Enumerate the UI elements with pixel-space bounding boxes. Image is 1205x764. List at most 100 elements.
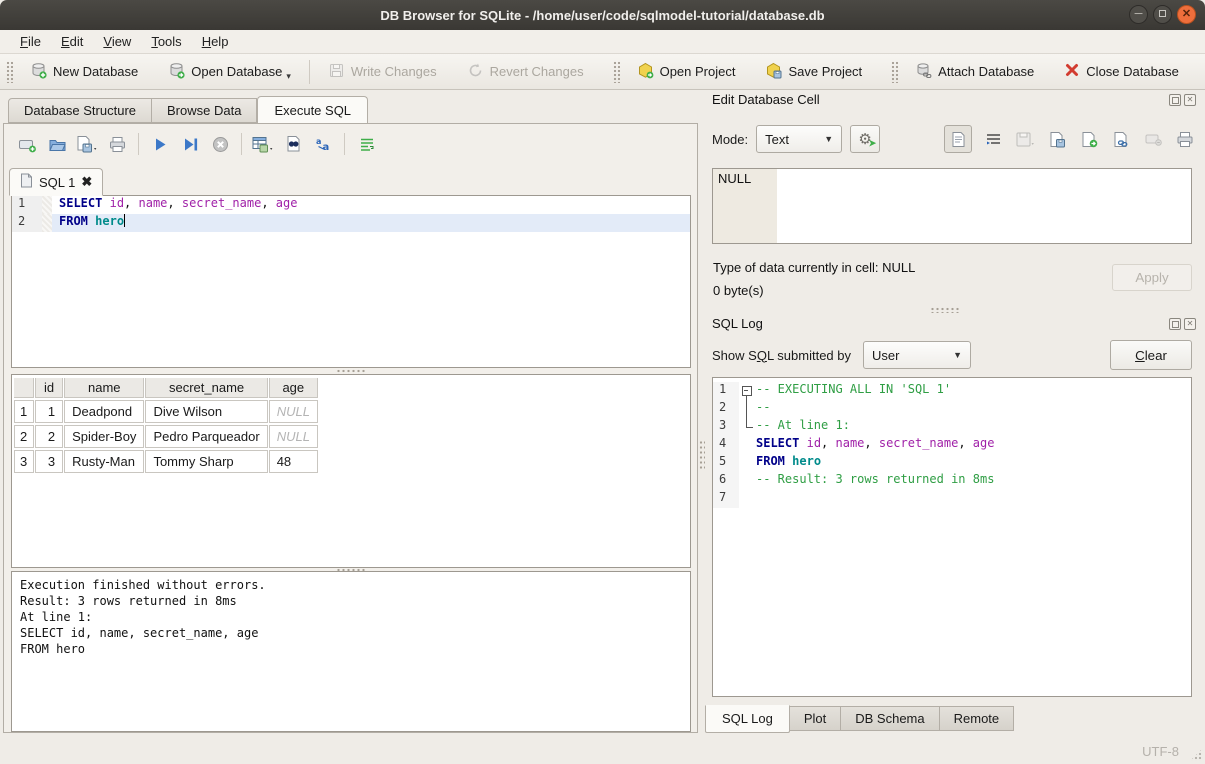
editor-code[interactable]: SELECT id, name, secret_name, age (52, 196, 690, 214)
execution-message[interactable]: Execution finished without errors. Resul… (11, 571, 691, 732)
mode-label: Mode: (712, 132, 748, 147)
cell-value-editor[interactable]: NULL (712, 168, 1192, 244)
column-header-name[interactable]: name (64, 378, 144, 398)
row-number[interactable]: 2 (14, 425, 34, 448)
table-cell[interactable]: 2 (35, 425, 63, 448)
log-code: -- EXECUTING ALL IN 'SQL 1' (754, 382, 1191, 400)
log-code: -- Result: 3 rows returned in 8ms (754, 472, 1191, 490)
code-token: -- EXECUTING ALL IN 'SQL 1' (756, 382, 951, 396)
sql-log-view[interactable]: 1-- EXECUTING ALL IN 'SQL 1'2--3-- At li… (712, 377, 1192, 697)
auto-apply-button[interactable]: ⚙ ➤ (850, 125, 880, 153)
cell-mode-row: Mode: Text ▼ ⚙ ➤ (712, 125, 1196, 153)
log-line[interactable]: 1-- EXECUTING ALL IN 'SQL 1' (713, 382, 1191, 400)
link-icon[interactable] (1110, 128, 1132, 150)
open-database-dropdown[interactable]: ▾ (286, 71, 291, 82)
editor-code[interactable]: FROM hero (52, 214, 690, 232)
close-button[interactable]: ✕ (1177, 5, 1196, 24)
clear-log-button[interactable]: Clear (1110, 340, 1192, 370)
column-header-secret_name[interactable]: secret_name (145, 378, 267, 398)
minimize-button[interactable]: ─ (1129, 5, 1148, 24)
table-cell[interactable]: Dive Wilson (145, 400, 267, 423)
resize-grip[interactable] (1190, 748, 1203, 761)
print-icon[interactable] (1174, 128, 1196, 150)
attach-database-button[interactable]: Attach Database (905, 58, 1044, 86)
close-sql-tab-icon[interactable]: ✖ (81, 174, 92, 190)
toolbar-separator (241, 133, 242, 155)
toolbar-handle[interactable] (613, 61, 620, 83)
menu-file[interactable]: File (10, 32, 51, 51)
submitted-by-select[interactable]: User ▼ (863, 341, 971, 369)
close-database-button[interactable]: Close Database (1054, 58, 1189, 85)
table-cell[interactable]: Tommy Sharp (145, 450, 267, 473)
maximize-button[interactable] (1153, 5, 1172, 24)
open-tab-icon[interactable] (14, 131, 40, 157)
dock-tab-plot[interactable]: Plot (790, 706, 841, 731)
word-wrap-icon[interactable] (353, 131, 379, 157)
export-data-icon[interactable] (1046, 128, 1068, 150)
new-database-button[interactable]: New Database (20, 58, 148, 86)
table-cell[interactable]: NULL (269, 400, 318, 423)
table-cell[interactable]: 1 (35, 400, 63, 423)
tab-execute-sql[interactable]: Execute SQL (257, 96, 368, 124)
sql-editor[interactable]: 1SELECT id, name, secret_name, age2FROM … (11, 195, 691, 368)
save-project-button[interactable]: Save Project (755, 58, 872, 86)
tab-database-structure[interactable]: Database Structure (8, 98, 152, 123)
word-wrap-icon[interactable] (982, 128, 1004, 150)
sql-tab[interactable]: SQL 1 ✖ (9, 168, 103, 196)
row-number[interactable]: 3 (14, 450, 34, 473)
row-number[interactable]: 1 (14, 400, 34, 423)
column-header-age[interactable]: age (269, 378, 318, 398)
float-panel-icon[interactable] (1169, 94, 1181, 106)
log-line[interactable]: 2-- (713, 400, 1191, 418)
format-sql-icon[interactable]: a a (310, 131, 336, 157)
save-results-icon[interactable] (250, 131, 276, 157)
table-cell[interactable]: Spider-Boy (64, 425, 144, 448)
execute-all-icon[interactable] (147, 131, 173, 157)
dock-tab-sql-log[interactable]: SQL Log (705, 705, 790, 733)
close-panel-icon[interactable]: ✕ (1184, 94, 1196, 106)
apply-data-icon[interactable] (1078, 128, 1100, 150)
table-cell[interactable]: 48 (269, 450, 318, 473)
table-row: 22Spider-BoyPedro ParqueadorNULL (14, 425, 318, 448)
close-panel-icon[interactable]: ✕ (1184, 318, 1196, 330)
log-line[interactable]: 7 (713, 490, 1191, 508)
menu-help[interactable]: Help (192, 32, 239, 51)
save-sql-file-icon[interactable] (74, 131, 100, 157)
dock-tab-remote[interactable]: Remote (940, 706, 1015, 731)
table-cell[interactable]: 3 (35, 450, 63, 473)
splitter-handle[interactable] (930, 307, 960, 313)
menu-edit[interactable]: Edit (51, 32, 93, 51)
mode-select[interactable]: Text ▼ (756, 125, 842, 153)
table-cell[interactable]: Rusty-Man (64, 450, 144, 473)
menu-view[interactable]: View (93, 32, 141, 51)
table-cell[interactable]: NULL (269, 425, 318, 448)
column-header-id[interactable]: id (35, 378, 63, 398)
text-mode-icon[interactable] (944, 125, 972, 153)
sql-log-filter-row: Show SQL submitted by User ▼ Clear (712, 340, 1192, 370)
log-line[interactable]: 3-- At line 1: (713, 418, 1191, 436)
dock-tab-db-schema[interactable]: DB Schema (841, 706, 939, 731)
log-line[interactable]: 5FROM hero (713, 454, 1191, 472)
sql-log-title: SQL Log (712, 316, 1169, 331)
menu-tools[interactable]: Tools (141, 32, 191, 51)
log-line[interactable]: 6-- Result: 3 rows returned in 8ms (713, 472, 1191, 490)
tab-browse-data[interactable]: Browse Data (152, 98, 257, 123)
menu-key: E (61, 34, 70, 49)
editor-line[interactable]: 2FROM hero (12, 214, 690, 232)
dock-tab-bar: SQL LogPlotDB SchemaRemote (705, 706, 1014, 734)
table-cell[interactable]: Deadpond (64, 400, 144, 423)
editor-line[interactable]: 1SELECT id, name, secret_name, age (12, 196, 690, 214)
fold-marker[interactable] (739, 382, 754, 400)
toolbar-handle[interactable] (891, 61, 898, 83)
main-toolbar: New Database Open Database ▾ Write Chang… (0, 53, 1205, 90)
open-database-button[interactable]: Open Database ▾ (158, 58, 301, 86)
print-icon[interactable] (104, 131, 130, 157)
log-line[interactable]: 4SELECT id, name, secret_name, age (713, 436, 1191, 454)
find-replace-icon[interactable] (280, 131, 306, 157)
table-cell[interactable]: Pedro Parqueador (145, 425, 267, 448)
execute-line-icon[interactable] (177, 131, 203, 157)
open-project-button[interactable]: Open Project (627, 58, 746, 86)
open-sql-file-icon[interactable] (44, 131, 70, 157)
float-panel-icon[interactable] (1169, 318, 1181, 330)
toolbar-handle[interactable] (6, 61, 13, 83)
